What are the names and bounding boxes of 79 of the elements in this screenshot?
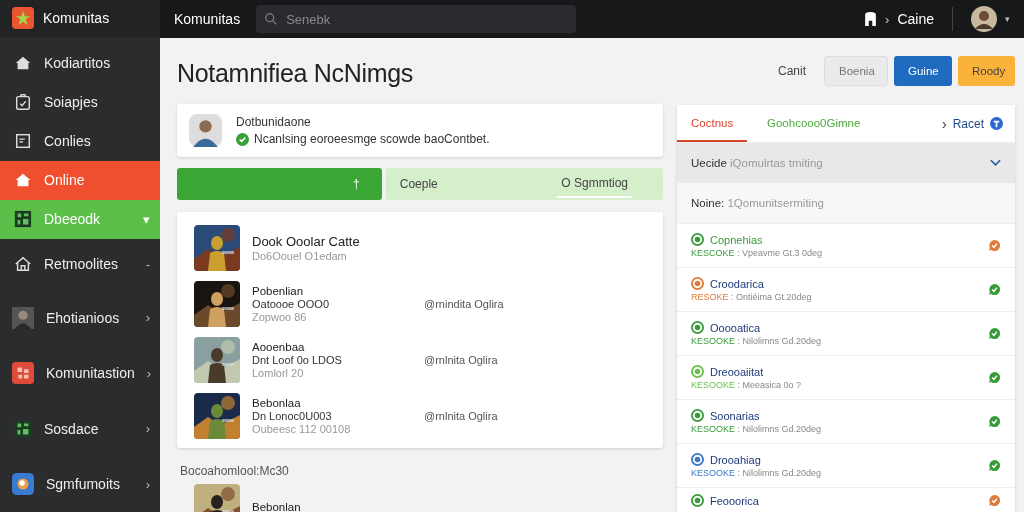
chevron-down-icon [990,159,1001,167]
item-name[interactable]: Drooahiag [710,453,761,466]
app-title: Komunitas [174,11,241,27]
chat-icon[interactable] [988,239,1001,252]
game-title[interactable]: Dook Ooolar Catte [252,234,424,249]
filter-dropdown[interactable]: Uecide iQomulrtas tmiting [677,143,1015,183]
action-button[interactable]: Boenia [824,56,888,86]
profile-name: Dotbunidaone [236,115,312,129]
item-detail: KESOOKE : Nilolimns Gd.20deg [691,424,822,434]
game-title[interactable]: Bebonlan [252,501,424,512]
game-detail: Do6Oouel O1edam [252,250,348,262]
game-detail: Oatoooe OOO0 [252,298,331,310]
status-text: Ncanlsing eoroeesmge scowde baoContbet. [254,132,490,146]
game-detail: Zopwoo 86 [252,311,308,323]
grid-icon [14,419,32,438]
action-button[interactable]: Roody [958,56,1015,86]
game-status: @rnlnita Oglira [424,354,498,366]
sidebar-item[interactable]: Kodiartitos [0,43,160,83]
chevron-icon: › [941,115,947,132]
sidebar-item[interactable]: Ehotianioos › [0,290,160,346]
sidebar-item[interactable]: Soiapjes [0,82,160,122]
avatar [189,114,222,147]
app-icon [12,362,34,385]
brand-name: Komunitas [43,10,110,27]
page-title: Notamnifiea NcNimgs [177,59,415,88]
sidebar-item[interactable]: Conlies [0,121,160,161]
game-status: @rnindita Oglira [424,298,504,310]
game-detail: Oubeesc 112 00108 [252,423,352,435]
game-detail: Dn Lonoc0U003 [252,410,333,422]
item-detail: KESOOKE : Meeasica 0o ? [691,380,802,390]
game-title[interactable]: Pobenlian [252,285,424,297]
breadcrumb-separator: › [885,11,890,27]
sidebar-item[interactable]: Sosdace › [0,401,160,457]
item-name[interactable]: Soonarias [710,409,760,422]
tab[interactable]: Coeple [385,168,527,200]
sidebar-item[interactable]: Online [0,160,160,200]
chat-icon[interactable] [988,283,1001,296]
chat-icon[interactable] [988,415,1001,428]
item-name[interactable]: Dreooaiitat [710,365,764,378]
chat-icon[interactable] [988,494,1001,507]
item-detail: KESCOKE : Vpeavme Gt.3 0deg [691,248,823,258]
item-detail: RESOKE : Ontiéima Gt.20deg [691,292,812,302]
chat-icon[interactable] [988,459,1001,472]
item-name[interactable]: Ooooatica [710,321,761,334]
game-title[interactable]: Bebonlaa [252,397,424,409]
panel-link[interactable]: Racet [952,116,984,131]
item-name[interactable]: Feooorica [710,494,759,507]
sidebar-item[interactable]: Sgmfumoits › [0,456,160,512]
breadcrumb-link[interactable]: Caine [897,11,934,27]
game-title[interactable]: Aooenbaa [252,341,424,353]
app-icon [12,473,34,496]
action-button[interactable]: Guine [894,56,952,86]
name-field[interactable]: Noine: 1Qomunitsermiting [677,183,1015,224]
chat-icon[interactable] [988,371,1001,384]
document-icon [14,132,32,151]
grid-icon [14,210,32,229]
tab[interactable]: O Sgmmtiog [526,168,663,200]
avatar-icon [12,306,34,329]
item-name[interactable]: Copnehias [710,233,763,246]
sidebar-item[interactable]: Komunitastion › [0,345,160,402]
home-icon [14,255,32,274]
clipboard-icon [14,93,32,112]
search-field[interactable]: Senebk [256,5,577,33]
search-icon [264,12,279,26]
item-detail: KESOOKE : Nilolimns Gd.20deg [691,468,822,478]
cancel-link[interactable]: Canit [778,64,806,78]
item-detail: KESOOKE : Nilolimns Gd.20deg [691,336,822,346]
section-title: Bocoahomlool:Mc30 [180,464,290,478]
item-name[interactable]: Croodarica [710,277,764,290]
lock-icon[interactable] [864,11,878,27]
game-status: @rnlnita Oglira [424,410,498,422]
info-icon[interactable] [990,117,1003,130]
logo-icon [12,7,34,30]
sidebar-item[interactable]: Retmoolites - [0,238,160,291]
user-avatar[interactable] [971,6,997,32]
game-detail: Lomlorl 20 [252,367,305,379]
game-detail: Dnt Loof 0o LDOS [252,354,343,366]
caret-icon[interactable]: ▾ [1005,14,1010,24]
chat-icon[interactable] [988,327,1001,340]
